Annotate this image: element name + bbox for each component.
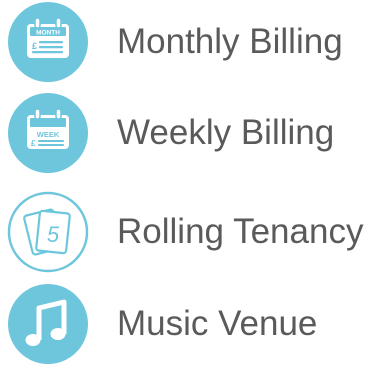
calendar-month-icon: MONTH £ (6, 0, 90, 84)
feature-label-music-venue: Music Venue (117, 304, 318, 343)
feature-list: MONTH £ Monthly Billing WEEK £ Weekly Bi… (0, 0, 373, 366)
feature-weekly-billing: WEEK £ Weekly Billing (6, 91, 373, 175)
feature-label-rolling-tenancy: Rolling Tenancy (117, 212, 364, 251)
calendar-month-text: MONTH (36, 30, 60, 37)
rolling-cards-number: 5 (47, 222, 60, 247)
calendar-week-text: WEEK (37, 130, 60, 139)
music-note-icon (6, 282, 90, 366)
feature-music-venue: Music Venue (6, 282, 373, 366)
feature-label-monthly-billing: Monthly Billing (117, 22, 343, 61)
calendar-week-icon: WEEK £ (6, 91, 90, 175)
svg-text:£: £ (31, 139, 36, 148)
svg-text:£: £ (32, 41, 37, 51)
feature-label-weekly-billing: Weekly Billing (117, 113, 335, 152)
feature-monthly-billing: MONTH £ Monthly Billing (6, 0, 373, 84)
feature-rolling-tenancy: 5 Rolling Tenancy (6, 190, 373, 274)
rolling-cards-icon: 5 (6, 190, 90, 274)
